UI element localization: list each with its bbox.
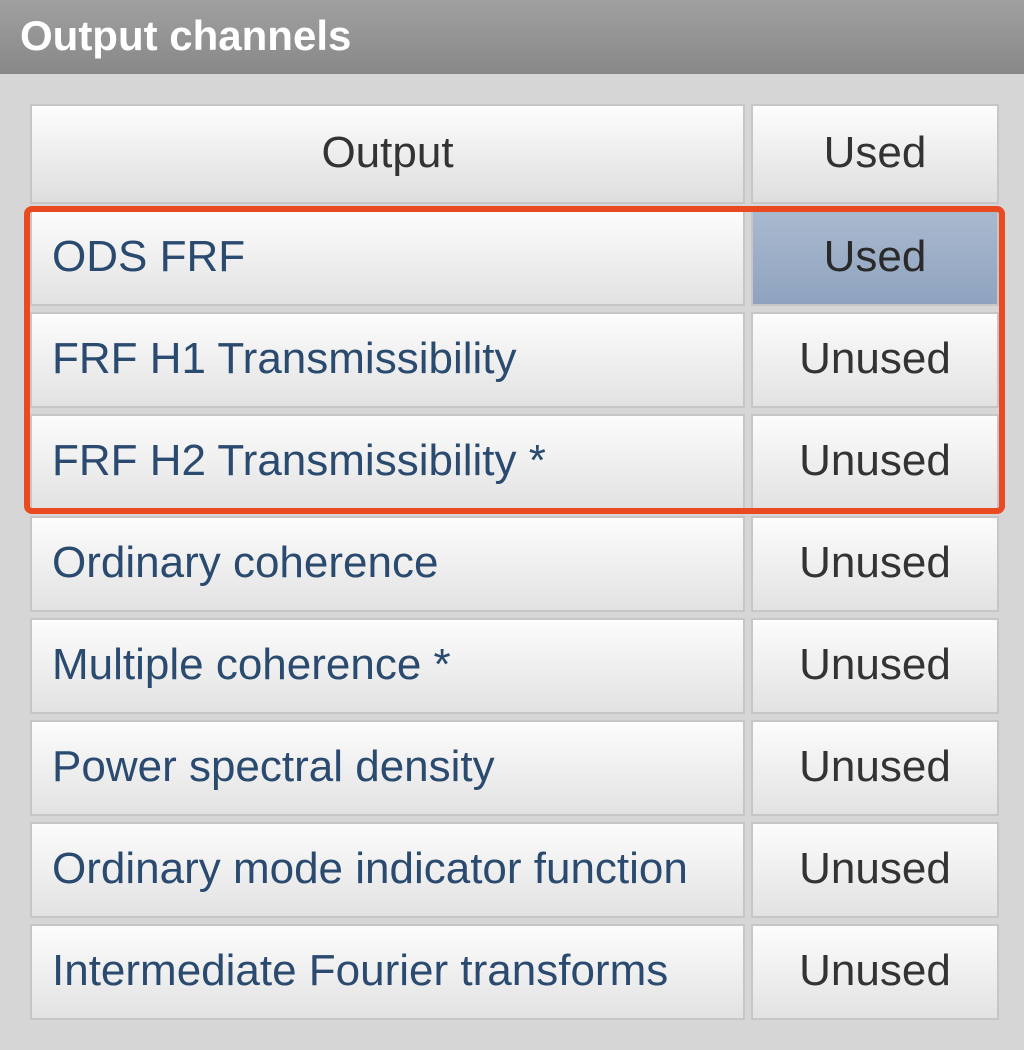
used-toggle[interactable]: Unused <box>751 822 999 918</box>
used-toggle[interactable]: Unused <box>751 516 999 612</box>
output-cell[interactable]: Power spectral density <box>30 720 745 816</box>
used-toggle[interactable]: Unused <box>751 720 999 816</box>
used-toggle[interactable]: Used <box>751 210 999 306</box>
column-header-output[interactable]: Output <box>30 104 745 204</box>
output-channels-table: Output Used ODS FRFUsedFRF H1 Transmissi… <box>30 104 999 1020</box>
used-toggle[interactable]: Unused <box>751 312 999 408</box>
output-cell[interactable]: FRF H1 Transmissibility <box>30 312 745 408</box>
output-cell[interactable]: ODS FRF <box>30 210 745 306</box>
output-cell[interactable]: Ordinary mode indicator function <box>30 822 745 918</box>
column-header-used[interactable]: Used <box>751 104 999 204</box>
used-toggle[interactable]: Unused <box>751 924 999 1020</box>
panel-title: Output channels <box>0 0 1024 74</box>
output-channels-panel: Output channels Output Used ODS FRFUsedF… <box>0 0 1024 1050</box>
output-cell[interactable]: Ordinary coherence <box>30 516 745 612</box>
used-toggle[interactable]: Unused <box>751 618 999 714</box>
output-cell[interactable]: Multiple coherence * <box>30 618 745 714</box>
output-cell[interactable]: FRF H2 Transmissibility * <box>30 414 745 510</box>
used-toggle[interactable]: Unused <box>751 414 999 510</box>
table-container: Output Used ODS FRFUsedFRF H1 Transmissi… <box>0 74 1024 1030</box>
output-cell[interactable]: Intermediate Fourier transforms <box>30 924 745 1020</box>
